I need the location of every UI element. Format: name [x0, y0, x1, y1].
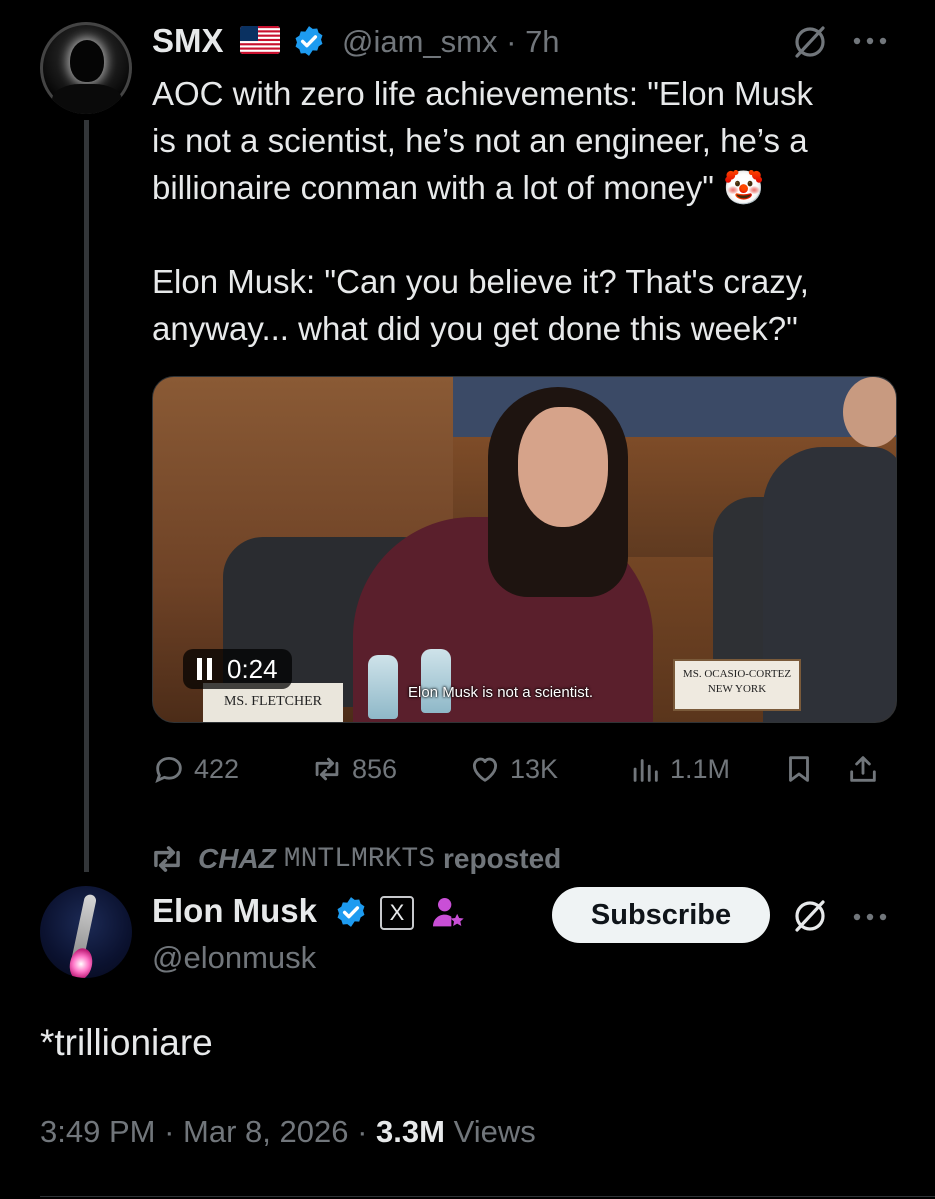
views-count: 1.1M	[670, 753, 731, 784]
repost-count: 856	[352, 753, 398, 784]
tweet-time: 7h	[525, 24, 560, 59]
reply-count: 422	[194, 753, 240, 784]
video-caption: Elon Musk is not a scientist.	[408, 684, 594, 701]
x-affiliation-badge[interactable]: X	[380, 896, 414, 930]
video-timestamp: 0:24	[227, 653, 278, 684]
us-flag-icon	[240, 26, 280, 54]
reply-tweet-text: *trillioniare	[40, 1022, 213, 1063]
like-count: 13K	[510, 753, 559, 784]
views-label: Views	[453, 1114, 536, 1149]
bookmark-button[interactable]	[782, 752, 816, 786]
verified-icon	[334, 895, 368, 934]
like-icon	[472, 757, 498, 782]
nameplate-ocasio-cortez: MS. OCASIO-CORTEZ NEW YORK	[673, 659, 801, 711]
avatar-elonmusk[interactable]	[40, 886, 132, 978]
reposter-name-part2: MNTLMRKTS	[283, 843, 435, 875]
repost-icon	[315, 757, 339, 781]
video-time-pill[interactable]: 0:24	[183, 649, 292, 689]
display-name-elonmusk[interactable]: Elon Musk	[152, 892, 317, 930]
tweet-action-bar: 422 856 13K 1.1M	[152, 752, 892, 796]
repost-button[interactable]: 856	[310, 752, 397, 786]
views-button[interactable]: 1.1M	[628, 752, 730, 786]
thread-line	[84, 120, 89, 872]
tweet-date[interactable]: Mar 8, 2026	[183, 1114, 348, 1149]
bookmark-icon	[789, 756, 809, 782]
repost-banner[interactable]: CHAZ MNTLMRKTS reposted	[148, 840, 561, 878]
repost-icon	[154, 846, 180, 872]
verified-icon	[292, 24, 326, 63]
views-total: 3.3M	[376, 1114, 445, 1149]
reply-button[interactable]: 422	[152, 752, 239, 786]
nameplate-fletcher: MS. FLETCHER	[203, 683, 343, 722]
tweet-time[interactable]: 3:49 PM	[40, 1114, 155, 1149]
reposter-name-part1: CHAZ	[198, 843, 276, 874]
share-icon	[850, 756, 876, 782]
grok-icon[interactable]	[790, 22, 830, 67]
tweet-meta: 3:49 PM · Mar 8, 2026 · 3.3M Views	[40, 1114, 536, 1149]
divider	[40, 1196, 935, 1197]
pause-icon[interactable]	[197, 658, 213, 680]
more-icon[interactable]	[852, 34, 888, 52]
handle-elonmusk[interactable]: @elonmusk	[152, 940, 316, 976]
views-icon	[633, 759, 658, 782]
video-player[interactable]: MS. FLETCHER MS. OCASIO-CORTEZ NEW YORK …	[152, 376, 897, 723]
reply-icon	[155, 756, 182, 783]
subscribe-button[interactable]: Subscribe	[552, 887, 770, 943]
display-name-smx[interactable]: SMX	[152, 22, 224, 60]
affiliate-icon	[428, 893, 468, 938]
tweet-text: AOC with zero life achievements: "Elon M…	[152, 75, 813, 347]
avatar-smx[interactable]	[40, 22, 132, 114]
share-button[interactable]	[846, 752, 880, 786]
handle-smx[interactable]: @iam_smx · 7h	[342, 24, 560, 60]
grok-icon[interactable]	[790, 896, 830, 941]
reposted-label: reposted	[443, 843, 562, 874]
more-icon[interactable]	[852, 910, 888, 928]
like-button[interactable]: 13K	[468, 752, 558, 786]
